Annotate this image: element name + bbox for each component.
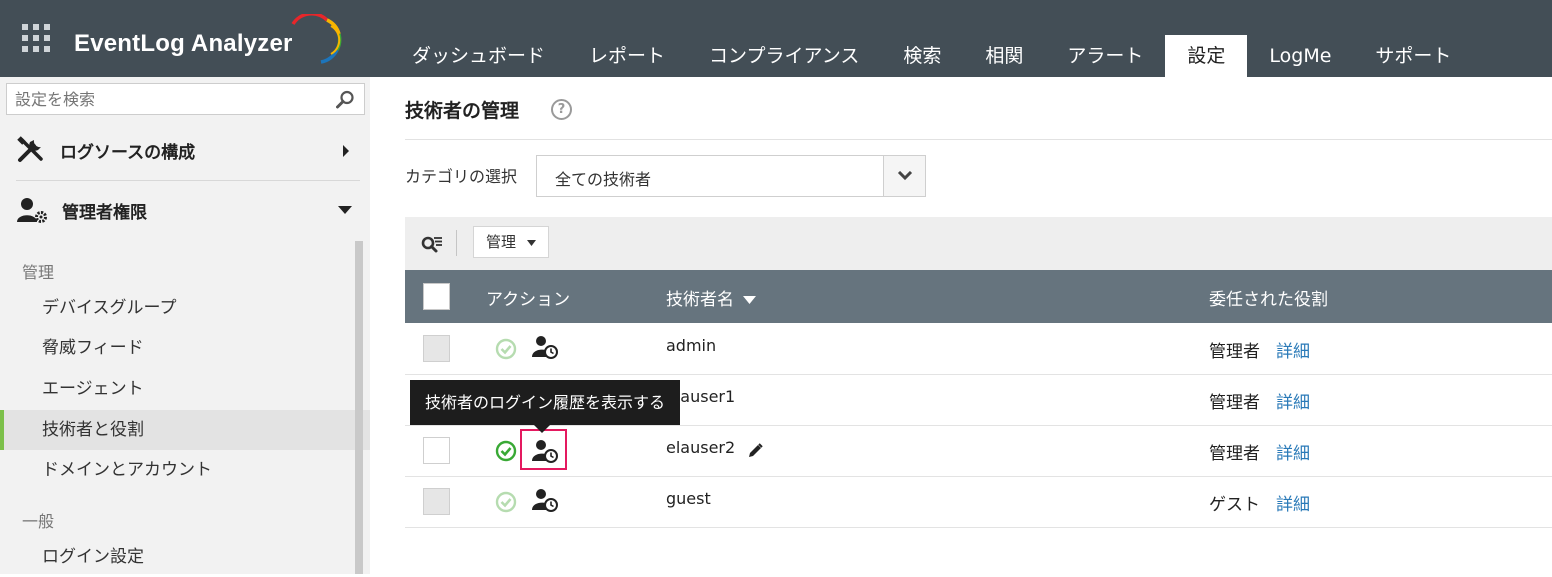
assigned-role: 管理者: [1209, 342, 1260, 362]
nav-tab[interactable]: サポート: [1353, 35, 1473, 77]
caret-down-icon: [526, 239, 536, 246]
search-icon[interactable]: [336, 90, 355, 109]
table-header: アクション 技術者名 委任された役割: [405, 270, 1552, 323]
nav-tab[interactable]: アラート: [1045, 35, 1165, 77]
category-select-value: 全ての技術者: [555, 170, 652, 189]
sidebar-item-domains-accounts[interactable]: ドメインとアカウント: [0, 450, 370, 490]
brand-name: EventLog Analyzer: [74, 30, 293, 57]
sidebar-section-label: ログソースの構成: [60, 142, 196, 163]
chevron-down-icon: [897, 171, 913, 181]
sidebar-section-log-source[interactable]: ログソースの構成: [16, 121, 360, 179]
column-header-label: 技術者名: [666, 290, 734, 310]
table-toolbar: 管理: [405, 217, 1552, 270]
sidebar-section-label: 管理者権限: [62, 202, 147, 223]
toolbar-divider: [456, 230, 457, 256]
user-gear-icon: [17, 198, 47, 223]
main-nav: ダッシュボード レポート コンプライアンス 検索 相関 アラート 設定 LogMe サポート: [390, 35, 1473, 77]
nav-tab[interactable]: レポート: [567, 35, 687, 77]
brand-logo-icon: [291, 14, 342, 64]
sidebar-group-admin: 管理: [22, 263, 55, 282]
nav-tab[interactable]: 設定: [1165, 35, 1248, 77]
nav-tab[interactable]: 検索: [881, 35, 963, 77]
assigned-role: 管理者: [1209, 393, 1260, 413]
tools-icon: [17, 136, 43, 162]
nav-tab[interactable]: ダッシュボード: [390, 35, 567, 77]
manage-dropdown-button[interactable]: 管理: [473, 226, 549, 258]
row-checkbox[interactable]: [423, 335, 450, 362]
enabled-status-icon[interactable]: [495, 440, 517, 466]
search-filter-icon[interactable]: [421, 234, 443, 254]
title-divider: [405, 139, 1552, 140]
caret-down-icon: [338, 206, 352, 214]
role-detail-link[interactable]: 詳細: [1276, 439, 1310, 464]
sidebar-item-technicians-roles[interactable]: 技術者と役割: [0, 410, 370, 450]
login-history-tooltip: 技術者のログイン履歴を表示する: [410, 380, 680, 433]
technician-name: elauser2: [666, 438, 736, 457]
nav-tab[interactable]: コンプライアンス: [687, 35, 881, 77]
settings-search-input[interactable]: [7, 84, 317, 114]
technician-name: admin: [666, 336, 717, 355]
role-detail-link[interactable]: 詳細: [1276, 388, 1310, 413]
top-bar: EventLog Analyzer ダッシュボード レポート コンプライアンス 検索相…: [0, 0, 1552, 77]
assigned-role: ゲスト: [1209, 495, 1260, 515]
sidebar-group-general: 一般: [22, 512, 55, 531]
column-header-role: 委任された役割: [1209, 290, 1328, 310]
login-history-icon[interactable]: [532, 335, 558, 363]
category-label: カテゴリの選択: [405, 167, 518, 186]
edit-pencil-icon[interactable]: [746, 442, 764, 464]
enabled-status-icon[interactable]: [495, 338, 517, 364]
nav-tab[interactable]: LogMe: [1247, 35, 1353, 77]
help-icon[interactable]: ?: [551, 99, 572, 120]
sidebar-item-threat-feeds[interactable]: 脅威フィード: [0, 328, 370, 368]
table-row: elauser2 管理者 詳細: [405, 426, 1552, 477]
settings-search-box: [6, 83, 365, 115]
sidebar-scrollbar[interactable]: [355, 241, 363, 574]
caret-right-icon: [343, 145, 349, 157]
table-row: admin 管理者 詳細: [405, 324, 1552, 375]
sidebar-section-admin-rights[interactable]: 管理者権限: [16, 181, 360, 239]
column-header-action: アクション: [486, 290, 571, 310]
technician-name: guest: [666, 489, 711, 508]
row-checkbox[interactable]: [423, 437, 450, 464]
sidebar-item-login-settings[interactable]: ログイン設定: [0, 537, 370, 577]
app-grid-icon[interactable]: [22, 24, 50, 52]
assigned-role: 管理者: [1209, 444, 1260, 464]
sort-desc-icon: [743, 296, 757, 304]
select-all-checkbox[interactable]: [423, 283, 450, 310]
sidebar: ログソースの構成 管理者権限 管理 デバイスグループ 脅威フィード エージェント…: [0, 77, 370, 574]
row-checkbox[interactable]: [423, 488, 450, 515]
sidebar-item-agents[interactable]: エージェント: [0, 369, 370, 409]
role-detail-link[interactable]: 詳細: [1276, 490, 1310, 515]
nav-tab[interactable]: 相関: [963, 35, 1045, 77]
sidebar-item-device-groups[interactable]: デバイスグループ: [0, 288, 370, 328]
category-dropdown-button[interactable]: [883, 156, 925, 196]
page-title: 技術者の管理: [405, 100, 520, 122]
login-history-icon[interactable]: [520, 429, 567, 470]
category-select[interactable]: 全ての技術者: [536, 155, 926, 197]
column-header-technician-name[interactable]: 技術者名: [666, 285, 757, 310]
login-history-icon[interactable]: [532, 488, 558, 516]
role-detail-link[interactable]: 詳細: [1276, 337, 1310, 362]
enabled-status-icon[interactable]: [495, 491, 517, 517]
manage-label: 管理: [486, 233, 517, 251]
table-row: guest ゲスト 詳細: [405, 477, 1552, 528]
